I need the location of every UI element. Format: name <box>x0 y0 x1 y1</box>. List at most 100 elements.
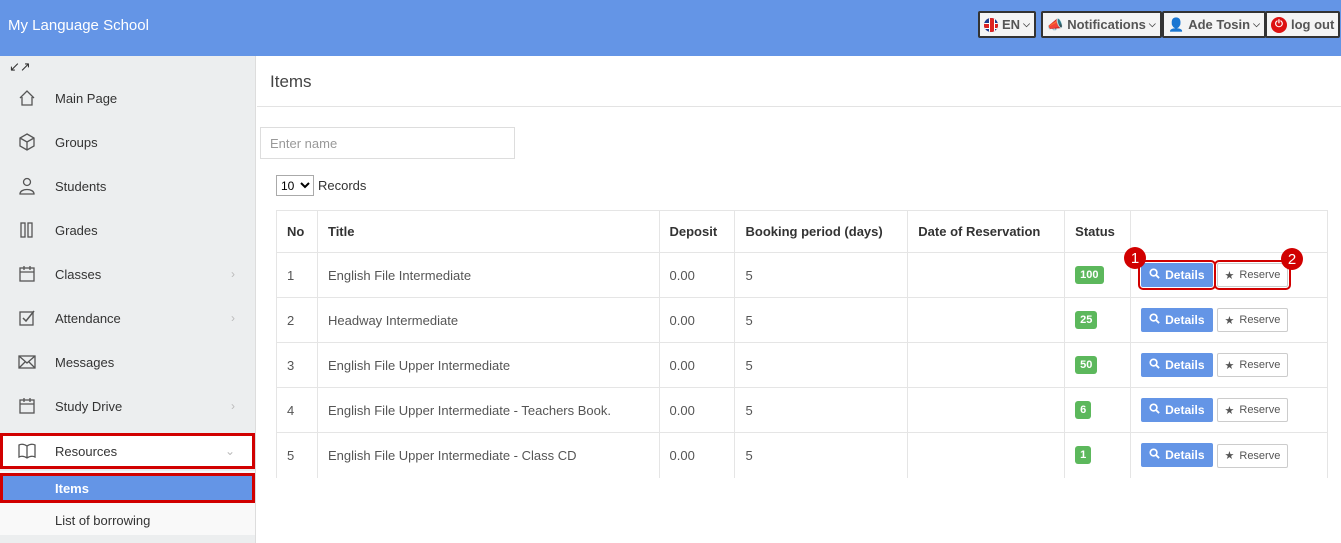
cell-status: 6 <box>1064 387 1132 433</box>
home-icon <box>17 88 37 108</box>
column-header-title[interactable]: Title <box>316 210 660 253</box>
reserve-label: Reserve <box>1239 404 1281 417</box>
search-icon <box>1149 313 1160 327</box>
cell-status: 50 <box>1064 342 1132 388</box>
logout-button[interactable]: ⏻ log out <box>1265 11 1341 38</box>
sidebar-item-classes[interactable]: Classes › <box>0 252 255 296</box>
sidebar-item-resources[interactable]: Resources ⌄ <box>0 433 255 469</box>
cell-no: 1 <box>276 252 318 298</box>
table-row: 1 English File Intermediate 0.00 5 100 Detail… <box>276 252 1328 298</box>
cell-date-of-reservation <box>907 387 1066 433</box>
table-row: 4 English File Upper Intermediate - Teach… <box>276 387 1328 433</box>
cell-deposit: 0.00 <box>658 252 736 298</box>
sidebar-item-main-page[interactable]: Main Page <box>0 76 255 120</box>
annotation-marker-1: 1 <box>1124 247 1146 269</box>
cell-status: 25 <box>1064 297 1132 343</box>
reserve-button[interactable]: ★ Reserve <box>1216 443 1289 468</box>
column-header-date-of-reservation[interactable]: Date of Reservation <box>907 210 1066 253</box>
divider <box>257 106 1341 107</box>
details-button[interactable]: Details <box>1141 352 1213 377</box>
column-header-deposit[interactable]: Deposit <box>658 210 736 253</box>
cell-title: Headway Intermediate <box>316 297 660 343</box>
records-select[interactable]: 10 <box>276 175 314 196</box>
details-button[interactable]: Details <box>1138 259 1216 290</box>
sidebar-item-students[interactable]: Students <box>0 164 255 208</box>
reserve-label: Reserve <box>1239 449 1281 462</box>
chevron-right-icon: › <box>231 267 235 281</box>
notifications-dropdown[interactable]: 📣 Notifications ⌵ <box>1041 11 1162 38</box>
column-header-booking-period[interactable]: Booking period (days) <box>734 210 909 253</box>
star-icon: ★ <box>1224 314 1235 327</box>
sidebar-item-grades[interactable]: Grades <box>0 208 255 252</box>
sidebar-item-study-drive[interactable]: Study Drive › <box>0 384 255 428</box>
uk-flag-icon <box>984 17 998 32</box>
star-icon: ★ <box>1224 450 1235 462</box>
cell-title: English File Upper Intermediate <box>316 342 660 388</box>
collapse-icon[interactable]: ↙↗ <box>9 59 31 75</box>
search-icon <box>1149 403 1160 417</box>
user-dropdown[interactable]: 👤 Ade Tosin ⌵ <box>1162 11 1266 38</box>
cell-no: 2 <box>276 297 318 343</box>
user-icon: 👤 <box>1168 16 1185 32</box>
reserve-button[interactable]: ★ Reserve <box>1213 260 1292 291</box>
cell-actions: Details ★ Reserve <box>1130 387 1328 433</box>
column-header-no[interactable]: No <box>276 210 318 253</box>
reserve-button[interactable]: ★ Reserve <box>1216 398 1289 423</box>
calendar-icon <box>17 264 37 284</box>
chevron-down-icon: ⌵ <box>1023 19 1030 29</box>
sidebar-item-label: Messages <box>55 354 115 370</box>
cell-date-of-reservation <box>907 342 1066 388</box>
sidebar-item-label: Grades <box>55 222 98 238</box>
cell-date-of-reservation <box>907 297 1066 343</box>
notifications-label: Notifications <box>1067 17 1146 32</box>
language-dropdown[interactable]: EN ⌵ <box>978 11 1036 38</box>
details-button[interactable]: Details <box>1141 307 1213 332</box>
star-icon: ★ <box>1224 269 1235 282</box>
column-header-status[interactable]: Status <box>1064 210 1132 253</box>
top-bar: My Language School EN ⌵ 📣 Notifications … <box>0 0 1341 56</box>
sidebar-item-attendance[interactable]: Attendance › <box>0 296 255 340</box>
book-icon <box>17 441 37 461</box>
power-icon: ⏻ <box>1271 16 1287 33</box>
chevron-right-icon: › <box>231 399 235 413</box>
star-icon: ★ <box>1224 404 1235 417</box>
table-row: 3 English File Upper Intermediate 0.00 5 50 D… <box>276 342 1328 388</box>
search-input[interactable] <box>260 127 515 159</box>
records-per-page: 10 Records <box>276 175 366 196</box>
reserve-button[interactable]: ★ Reserve <box>1216 353 1289 378</box>
details-button[interactable]: Details <box>1141 397 1213 422</box>
chevron-down-icon: ⌵ <box>1253 19 1260 29</box>
sidebar-item-groups[interactable]: Groups <box>0 120 255 164</box>
records-label: Records <box>318 178 367 193</box>
search-icon <box>1149 448 1160 462</box>
cell-date-of-reservation <box>907 432 1066 478</box>
details-button[interactable]: Details <box>1141 443 1213 467</box>
user-name: Ade Tosin <box>1188 17 1251 32</box>
cube-icon <box>17 132 37 152</box>
cell-deposit: 0.00 <box>658 297 736 343</box>
status-badge: 50 <box>1075 356 1098 374</box>
user-icon <box>17 176 37 196</box>
sidebar-item-label: Groups <box>55 134 98 150</box>
items-table: No Title Deposit Booking period (days) D… <box>276 210 1328 478</box>
cell-actions: Details ★ Reserve <box>1130 432 1328 478</box>
app-title[interactable]: My Language School <box>8 17 149 34</box>
resources-submenu: Items List of borrowing <box>0 471 255 535</box>
checkbox-icon <box>17 308 37 328</box>
logout-label: log out <box>1291 17 1335 32</box>
sidebar-subitem-list-of-borrowing[interactable]: List of borrowing <box>0 505 255 535</box>
cell-actions: Details ★ Reserve <box>1130 342 1328 388</box>
table-header-row: No Title Deposit Booking period (days) D… <box>276 210 1328 253</box>
details-label: Details <box>1165 357 1205 372</box>
status-badge: 25 <box>1075 311 1098 329</box>
sidebar-item-messages[interactable]: Messages <box>0 340 255 384</box>
cell-deposit: 0.00 <box>658 342 736 388</box>
sidebar-subitem-items[interactable]: Items <box>0 473 255 503</box>
megaphone-icon: 📣 <box>1047 16 1064 32</box>
cell-title: English File Upper Intermediate - Teache… <box>316 387 660 433</box>
cell-no: 5 <box>276 432 318 478</box>
reserve-button[interactable]: ★ Reserve <box>1216 308 1289 333</box>
star-icon: ★ <box>1224 359 1235 372</box>
cell-booking-period: 5 <box>734 252 909 298</box>
cell-status: 100 <box>1064 252 1132 298</box>
